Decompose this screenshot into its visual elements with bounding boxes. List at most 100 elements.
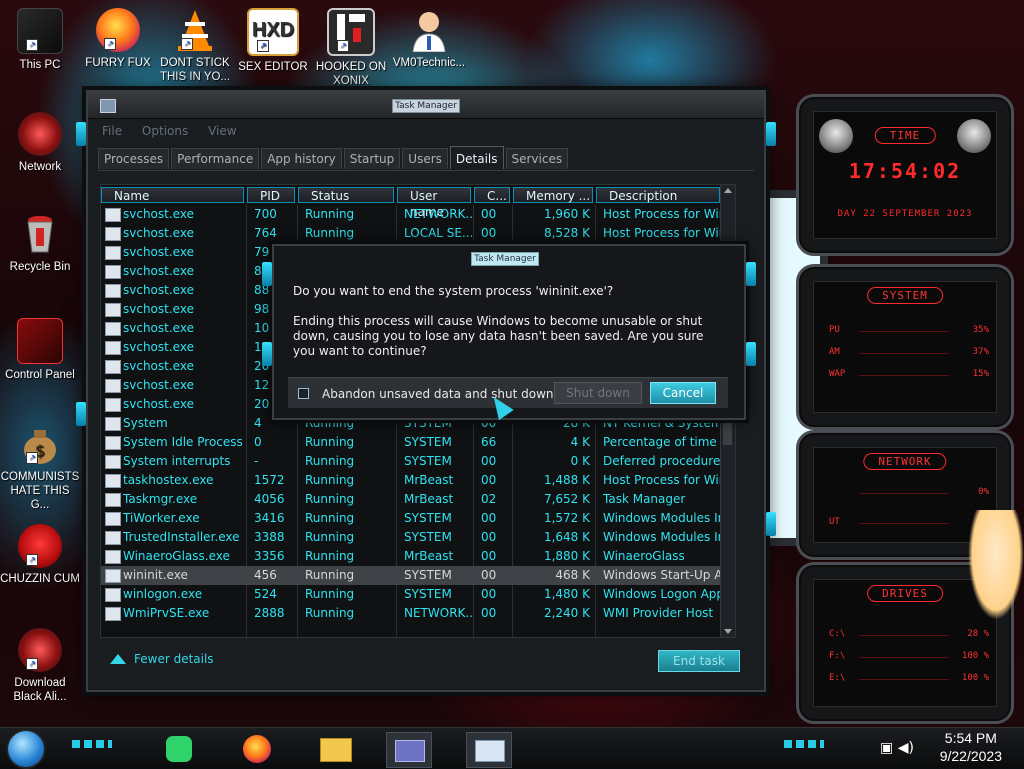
start-orb-button[interactable] xyxy=(8,731,44,767)
desktop-icon-vlc[interactable]: ↗ DONT STICK THIS IN YO... xyxy=(155,8,235,84)
cell-name: winlogon.exe xyxy=(123,587,203,601)
taskbar-firefox[interactable] xyxy=(236,732,280,766)
abandon-data-label[interactable]: Abandon unsaved data and shut down. xyxy=(322,387,557,401)
table-row[interactable]: svchost.exe 700 Running NETWORK... 00 1,960 K… xyxy=(101,205,735,224)
alien-head-icon xyxy=(819,119,853,153)
table-row[interactable]: wininit.exe 456 Running SYSTEM 00 468 K Window… xyxy=(101,566,735,585)
column-header-name[interactable]: Name xyxy=(101,187,244,203)
fewer-details-label: Fewer details xyxy=(134,652,214,666)
column-header-pid[interactable]: PID xyxy=(247,187,295,203)
table-row[interactable]: taskhostex.exe 1572 Running MrBeast 00 1,488 … xyxy=(101,471,735,490)
column-header-memory[interactable]: Memory ... xyxy=(513,187,593,203)
cell-cpu: 00 xyxy=(481,549,497,563)
table-row[interactable]: Taskmgr.exe 4056 Running MrBeast 02 7,652 K Ta… xyxy=(101,490,735,509)
desktop-icon-label: VM0Technic... xyxy=(392,57,466,69)
cell-mem: 1,880 K xyxy=(543,549,590,563)
cell-cpu: 00 xyxy=(481,226,497,240)
desktop-icon-network[interactable]: Network xyxy=(0,112,80,174)
drive-c-line: C:\ 28 % xyxy=(829,629,989,643)
taskbar: ▣ ◀) 5:54 PM 9/22/2023 xyxy=(0,727,1024,769)
cell-pid: 4056 xyxy=(254,492,285,506)
widget-date: DAY 22 SEPTEMBER 2023 xyxy=(837,209,973,219)
alien-orb-icon: ↗ xyxy=(18,628,62,672)
window-title: Task Manager xyxy=(392,99,460,113)
metric-value: 100 % xyxy=(961,673,989,683)
cell-mem: 2,240 K xyxy=(543,606,590,620)
time-widget: TIME 17:54:02 DAY 22 SEPTEMBER 2023 xyxy=(796,94,1014,256)
cell-name: svchost.exe xyxy=(123,207,194,221)
dialog-question: Do you want to end the system process 'w… xyxy=(293,284,614,298)
cell-mem: 4 K xyxy=(570,435,590,449)
desktop-icon-download-black-alien[interactable]: ↗ Download Black Ali... xyxy=(0,628,80,704)
control-panel-icon xyxy=(17,318,63,364)
volume-icon[interactable]: ◀) xyxy=(898,740,914,756)
tab-performance[interactable]: Performance xyxy=(171,148,260,169)
end-task-button[interactable]: End task xyxy=(658,650,740,672)
menu-file[interactable]: File xyxy=(102,124,122,138)
taskbar-clock[interactable]: 5:54 PM 9/22/2023 xyxy=(940,729,1002,765)
taskbar-notes-app[interactable] xyxy=(158,732,202,766)
column-header-username[interactable]: User name xyxy=(397,187,471,219)
menu-view[interactable]: View xyxy=(208,124,236,138)
cancel-button[interactable]: Cancel xyxy=(650,382,716,404)
tab-services[interactable]: Services xyxy=(505,148,569,169)
dialog-message: Ending this process will cause Windows t… xyxy=(293,314,704,358)
column-header-description[interactable]: Description xyxy=(596,187,720,203)
table-row[interactable]: svchost.exe 764 Running LOCAL SE... 00 8,528 … xyxy=(101,224,735,243)
metric-value: 0% xyxy=(978,487,989,497)
column-header-cpu[interactable]: C... xyxy=(474,187,510,203)
network-tray-icon[interactable]: ▣ xyxy=(880,740,893,756)
desktop-icon-chuzzin-cum[interactable]: ↗ CHUZZIN CUM xyxy=(0,524,80,586)
desktop-icon-xonix[interactable]: ↗ HOOKED ON XONIX xyxy=(311,8,391,88)
table-row[interactable]: TiWorker.exe 3416 Running SYSTEM 00 1,572 K Wi… xyxy=(101,509,735,528)
taskbar-control-panel[interactable] xyxy=(386,732,432,768)
drive-f-line: F:\ 100 % xyxy=(829,651,989,665)
taskbar-file-explorer[interactable] xyxy=(314,732,358,766)
desktop-icon-recycle-bin[interactable]: Recycle Bin xyxy=(0,212,80,274)
desktop-icon-control-panel[interactable]: Control Panel xyxy=(0,318,80,382)
cell-mem: 0 K xyxy=(570,454,590,468)
cell-status: Running xyxy=(305,511,355,525)
process-icon xyxy=(105,322,121,336)
table-row[interactable]: WinaeroGlass.exe 3356 Running MrBeast 00 1,88… xyxy=(101,547,735,566)
cell-mem: 1,648 K xyxy=(543,530,590,544)
system-widget: SYSTEM PU 35% AM 37% WAP 15% xyxy=(796,264,1014,430)
desktop-icon-communists[interactable]: $ ↗ COMMUNISTS HATE THIS G... xyxy=(0,422,80,512)
table-row[interactable]: System interrupts - Running SYSTEM 00 0 K Defe… xyxy=(101,452,735,471)
shortcut-arrow-icon: ↗ xyxy=(26,452,38,464)
table-row[interactable]: winlogon.exe 524 Running SYSTEM 00 1,480 K Win… xyxy=(101,585,735,604)
table-row[interactable]: TrustedInstaller.exe 3388 Running SYSTEM 00 1… xyxy=(101,528,735,547)
tab-app-history[interactable]: App history xyxy=(261,148,342,169)
tab-startup[interactable]: Startup xyxy=(343,148,401,169)
table-row[interactable]: System Idle Process 0 Running SYSTEM 66 4 K Pe… xyxy=(101,433,735,452)
desktop-icon-this-pc[interactable]: ↗ This PC xyxy=(0,8,80,72)
process-icon xyxy=(105,246,121,260)
frame-accent xyxy=(766,122,776,146)
cell-cpu: 00 xyxy=(481,587,497,601)
tab-details[interactable]: Details xyxy=(449,146,504,169)
title-bar[interactable]: Task Manager xyxy=(88,92,764,119)
desktop-icon-vm0technic[interactable]: VM0Technic... xyxy=(389,8,469,70)
process-icon xyxy=(105,303,121,317)
menu-options[interactable]: Options xyxy=(142,124,188,138)
table-row[interactable]: WmiPrvSE.exe 2888 Running NETWORK... 00 2,240… xyxy=(101,604,735,623)
tab-users[interactable]: Users xyxy=(402,148,448,169)
cell-name: svchost.exe xyxy=(123,302,194,316)
scroll-down-icon[interactable] xyxy=(724,629,732,634)
cell-name: System xyxy=(123,416,168,430)
tab-processes[interactable]: Processes xyxy=(98,148,170,169)
desktop-icon-sex-editor[interactable]: HXD ↗ SEX EDITOR xyxy=(233,8,313,74)
fewer-details-link[interactable]: Fewer details xyxy=(110,652,214,666)
scroll-up-icon[interactable] xyxy=(724,188,732,193)
column-header-status[interactable]: Status xyxy=(298,187,394,203)
cell-user: LOCAL SE... xyxy=(404,226,472,240)
process-icon xyxy=(105,493,121,507)
money-bag-icon: $ ↗ xyxy=(18,422,62,466)
abandon-data-checkbox[interactable] xyxy=(298,388,309,399)
process-icon xyxy=(105,550,121,564)
desktop-icon-furry-fux[interactable]: ↗ FURRY FUX xyxy=(78,8,158,70)
taskbar-task-manager[interactable] xyxy=(466,732,512,768)
task-manager-app-icon xyxy=(100,99,116,113)
table-header: Name PID Status User name C... Memory ..… xyxy=(101,187,735,219)
shut-down-button[interactable]: Shut down xyxy=(554,382,642,404)
